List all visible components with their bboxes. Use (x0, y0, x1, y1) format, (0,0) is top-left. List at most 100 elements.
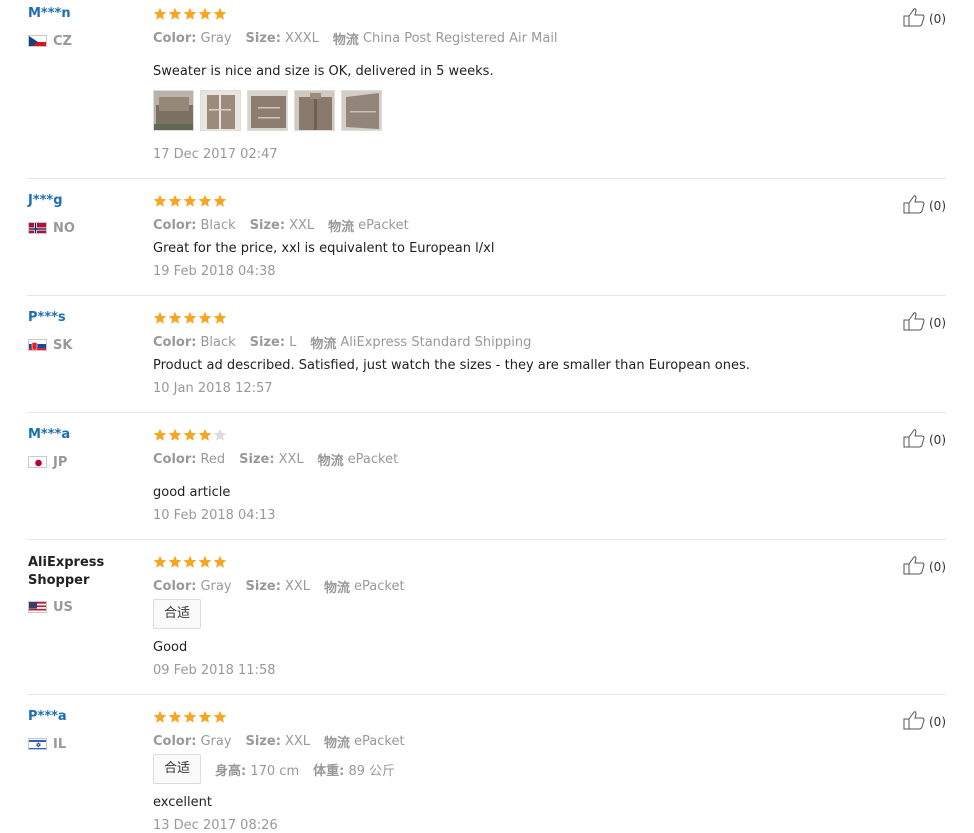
helpful-count: (0) (929, 316, 946, 330)
star-rating (153, 428, 227, 442)
reviewer-name[interactable]: M***n (28, 6, 71, 21)
thumbs-up-icon (903, 428, 927, 452)
star-filled-icon (213, 194, 227, 208)
star-rating (153, 7, 227, 21)
star-filled-icon (153, 555, 167, 569)
size-label: Size: (245, 31, 281, 46)
country-code: US (53, 599, 73, 615)
review-date: 19 Feb 2018 04:38 (153, 264, 276, 279)
thumbs-up-icon (903, 555, 927, 579)
shipping-label: 物流 (324, 736, 351, 751)
helpful-button[interactable]: (0) (903, 555, 946, 579)
color-value: Gray (200, 31, 232, 46)
shipping-label: 物流 (328, 220, 355, 235)
star-rating (153, 194, 227, 208)
star-filled-icon (198, 7, 212, 21)
review-photo[interactable] (247, 90, 288, 131)
review-date: 10 Jan 2018 12:57 (153, 381, 273, 396)
reviewer-country: NO (28, 221, 75, 236)
shipping-label: 物流 (317, 454, 344, 469)
reviewer-country: US (28, 599, 73, 615)
star-filled-icon (183, 555, 197, 569)
helpful-button[interactable]: (0) (903, 7, 946, 31)
review-photo[interactable] (341, 90, 382, 131)
height-value: 170 cm (250, 763, 300, 779)
review-text: excellent (153, 795, 212, 810)
review-divider (27, 295, 946, 296)
helpful-count: (0) (929, 715, 946, 729)
shipping-label: 物流 (332, 33, 359, 48)
fit-tag: 合适 (153, 754, 202, 784)
shipping-value: ePacket (347, 452, 399, 467)
review-photos (153, 90, 382, 131)
reviewer-country: IL (28, 736, 67, 752)
height-info: 身高: 170 cm (215, 760, 299, 779)
color-label: Color: (153, 452, 197, 467)
star-filled-icon (183, 311, 197, 325)
size-value: L (289, 335, 297, 350)
us-flag-icon (28, 601, 47, 613)
star-filled-icon (198, 710, 212, 724)
thumbs-up-icon (903, 311, 927, 335)
review-photo[interactable] (294, 90, 335, 131)
color-value: Red (200, 452, 226, 467)
star-filled-icon (183, 194, 197, 208)
size-value: XXL (278, 452, 304, 467)
helpful-button[interactable]: (0) (903, 311, 946, 335)
shipping-value: ePacket (354, 734, 405, 749)
shipping-value: China Post Registered Air Mail (362, 31, 558, 46)
color-value: Black (200, 218, 236, 233)
star-filled-icon (168, 710, 182, 724)
review-meta: Color: Gray Size: XXL 物流 ePacket (153, 577, 419, 596)
helpful-count: (0) (929, 199, 946, 213)
review-photo[interactable] (200, 90, 241, 131)
helpful-button[interactable]: (0) (903, 428, 946, 452)
review-date: 17 Dec 2017 02:47 (153, 147, 278, 162)
shipping-label: 物流 (324, 581, 351, 596)
review-divider (27, 178, 946, 179)
star-filled-icon (168, 194, 182, 208)
star-filled-icon (183, 428, 197, 442)
helpful-count: (0) (929, 560, 946, 574)
reviewer-name[interactable]: J***g (28, 193, 63, 208)
country-code: SK (53, 337, 73, 353)
review-meta: Color: Gray Size: XXL 物流 ePacket (153, 732, 419, 751)
color-label: Color: (153, 218, 197, 233)
thumbs-up-icon (903, 194, 927, 218)
review-text: Great for the price, xxl is equivalent t… (153, 241, 495, 256)
reviewer-country: CZ (28, 34, 72, 49)
fit-tag-row: 合适 身高: 170 cm 体重: 89 公斤 (153, 754, 395, 784)
reviewer-name[interactable]: P***a (28, 709, 67, 724)
helpful-button[interactable]: (0) (903, 710, 946, 734)
helpful-button[interactable]: (0) (903, 194, 946, 218)
color-label: Color: (153, 734, 197, 749)
fit-tag: 合适 (153, 599, 202, 629)
reviewer-name: AliExpress Shopper (28, 555, 105, 588)
size-value: XXXL (284, 31, 319, 46)
star-filled-icon (198, 555, 212, 569)
star-filled-icon (153, 7, 167, 21)
review-photo[interactable] (153, 90, 194, 131)
shipping-value: AliExpress Standard Shipping (340, 335, 532, 350)
fit-tag-row: 合适 (153, 599, 202, 629)
star-filled-icon (198, 194, 212, 208)
star-filled-icon (168, 7, 182, 21)
size-label: Size: (245, 734, 281, 749)
height-label: 身高: (215, 763, 247, 779)
star-empty-icon (213, 428, 227, 442)
shipping-value: ePacket (358, 218, 409, 233)
reviewer-name[interactable]: M***a (28, 427, 70, 442)
review-meta: Color: Black Size: XXL 物流 ePacket (153, 216, 423, 235)
review-text: Good (153, 640, 188, 655)
shipping-value: ePacket (354, 579, 405, 594)
review-date: 10 Feb 2018 04:13 (153, 508, 276, 523)
star-rating (153, 555, 227, 569)
weight-label: 体重: (313, 763, 345, 779)
jp-flag-icon (28, 456, 47, 468)
country-code: IL (53, 736, 67, 752)
star-filled-icon (213, 311, 227, 325)
star-filled-icon (213, 7, 227, 21)
star-filled-icon (198, 428, 212, 442)
thumbs-up-icon (903, 710, 927, 734)
reviewer-name[interactable]: P***s (28, 310, 66, 325)
